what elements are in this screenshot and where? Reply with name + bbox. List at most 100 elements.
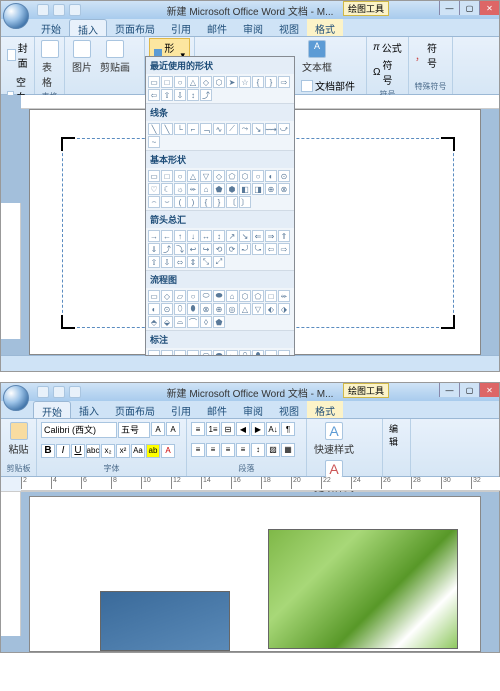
shape-option[interactable]: ◇ <box>200 76 212 88</box>
redo-icon[interactable] <box>69 4 81 16</box>
shape-option[interactable]: ◐ <box>265 170 277 182</box>
undo-icon[interactable] <box>53 4 65 16</box>
shape-option[interactable]: } <box>265 76 277 88</box>
shape-option[interactable]: ⊙ <box>161 303 173 315</box>
shape-option[interactable]: ⬰ <box>226 350 238 356</box>
tab-review[interactable]: 审阅 <box>235 19 271 36</box>
shape-option[interactable]: ▭ <box>174 350 186 356</box>
cover-page-button[interactable]: 封面 <box>5 39 33 71</box>
shape-option[interactable]: ⌒ <box>187 316 199 328</box>
shape-option[interactable]: ☾ <box>161 183 173 195</box>
shape-option[interactable]: ▽ <box>200 170 212 182</box>
shape-option[interactable]: ⬗ <box>278 303 290 315</box>
shape-option[interactable]: ⟋ <box>226 123 238 135</box>
shape-option[interactable]: ☆ <box>239 76 251 88</box>
font-name-combo[interactable]: Calibri (西文) <box>41 422 117 438</box>
save-icon[interactable] <box>37 386 49 398</box>
shape-option[interactable]: ← <box>161 230 173 242</box>
clipart-button[interactable]: 剪贴画 <box>97 39 133 75</box>
shape-option[interactable]: ↕ <box>213 230 225 242</box>
shape-option[interactable]: ○ <box>252 170 264 182</box>
shape-option[interactable]: ➤ <box>226 76 238 88</box>
shape-option[interactable]: ⤢ <box>213 256 225 268</box>
highlight-button[interactable]: ab <box>146 444 160 458</box>
shape-option[interactable]: ⇦ <box>148 89 160 101</box>
shape-option[interactable]: ⤴ <box>200 89 212 101</box>
line-spacing-button[interactable]: ↕ <box>251 443 265 457</box>
vertical-ruler-2[interactable] <box>1 492 21 636</box>
shape-option[interactable]: ⬬ <box>213 350 225 356</box>
shape-option[interactable]: ⬢ <box>226 183 238 195</box>
horizontal-ruler-2[interactable]: 24681012141618202224262830323436384042 <box>21 477 500 491</box>
shape-option[interactable]: ⊕ <box>265 183 277 195</box>
shape-option[interactable]: ⌂ <box>226 290 238 302</box>
symbol-button[interactable]: Ω符号 <box>371 56 404 88</box>
close-button[interactable]: ✕ <box>479 1 499 15</box>
shape-option[interactable]: ⤡ <box>200 256 212 268</box>
font-color-button[interactable]: A <box>161 444 175 458</box>
special-symbol-button[interactable]: ，符号 <box>413 39 448 71</box>
shape-option[interactable]: ◎ <box>226 303 238 315</box>
shape-option[interactable]: ⇒ <box>265 230 277 242</box>
tab-format[interactable]: 格式 <box>307 401 343 418</box>
shape-option[interactable]: ⊗ <box>200 303 212 315</box>
shape-option[interactable]: ╲ <box>161 123 173 135</box>
shape-option[interactable]: ○ <box>187 290 199 302</box>
shape-option[interactable]: ) <box>187 196 199 208</box>
bold-button[interactable]: B <box>41 444 55 458</box>
shape-option[interactable]: ⌣ <box>161 196 173 208</box>
strike-button[interactable]: abc <box>86 444 100 458</box>
inserted-image-leaves[interactable] <box>268 529 458 649</box>
shape-option[interactable]: ⬮ <box>252 350 264 356</box>
underline-button[interactable]: U <box>71 444 85 458</box>
shape-option[interactable]: ▭ <box>161 350 173 356</box>
sort-button[interactable]: A↓ <box>266 422 280 436</box>
shape-option[interactable]: ⤵ <box>174 243 186 255</box>
tab-references[interactable]: 引用 <box>163 401 199 418</box>
bullets-button[interactable]: ≡ <box>191 422 205 436</box>
shape-option[interactable]: ⬮ <box>187 303 199 315</box>
shape-option[interactable]: ⌢ <box>148 196 160 208</box>
shape-option[interactable]: ⬡ <box>239 290 251 302</box>
shape-option[interactable]: ⬠ <box>252 290 264 302</box>
inserted-image-blue[interactable] <box>100 591 230 651</box>
numbering-button[interactable]: 1≡ <box>206 422 220 436</box>
shape-option[interactable]: ⬡ <box>213 76 225 88</box>
shape-option[interactable]: ⬙ <box>161 316 173 328</box>
font-size-combo[interactable]: 五号 <box>118 422 150 438</box>
shape-option[interactable]: ⬬ <box>213 290 225 302</box>
tab-mailings[interactable]: 邮件 <box>199 19 235 36</box>
shape-option[interactable]: ⟲ <box>213 243 225 255</box>
tab-layout[interactable]: 页面布局 <box>107 19 163 36</box>
multilevel-button[interactable]: ⊟ <box>221 422 235 436</box>
shape-option[interactable]: └ <box>174 123 186 135</box>
minimize-button[interactable]: — <box>439 383 459 397</box>
shape-option[interactable]: ↘ <box>252 123 264 135</box>
paste-button[interactable]: 粘贴 <box>5 421 32 457</box>
docparts-button[interactable]: 文档部件 <box>299 77 357 94</box>
office-button[interactable] <box>3 3 29 29</box>
shape-option[interactable]: △ <box>187 76 199 88</box>
shape-option[interactable]: ⇩ <box>174 89 186 101</box>
shrink-font-button[interactable]: A <box>166 422 180 436</box>
shape-option[interactable]: } <box>213 196 225 208</box>
picture-button[interactable]: 图片 <box>69 39 95 75</box>
quick-styles-button[interactable]: A快速样式 <box>311 421 357 457</box>
shape-option[interactable]: ◨ <box>252 183 264 195</box>
office-button[interactable] <box>3 385 29 411</box>
shape-option[interactable]: ♡ <box>148 183 160 195</box>
shape-option[interactable]: ↪ <box>200 243 212 255</box>
shape-option[interactable]: ⟳ <box>226 243 238 255</box>
shape-option[interactable]: ○ <box>174 170 186 182</box>
shape-option[interactable]: ↑ <box>174 230 186 242</box>
italic-button[interactable]: I <box>56 444 70 458</box>
equation-button[interactable]: π公式 <box>371 39 404 56</box>
shape-option[interactable]: ⊗ <box>278 183 290 195</box>
indent-inc-button[interactable]: ▶ <box>251 422 265 436</box>
shape-option[interactable]: ( <box>174 196 186 208</box>
shape-option[interactable]: → <box>148 230 160 242</box>
shape-option[interactable]: △ <box>239 303 251 315</box>
align-left-button[interactable]: ≡ <box>191 443 205 457</box>
shape-option[interactable]: ↔ <box>200 230 212 242</box>
shape-option[interactable]: ∿ <box>213 123 225 135</box>
